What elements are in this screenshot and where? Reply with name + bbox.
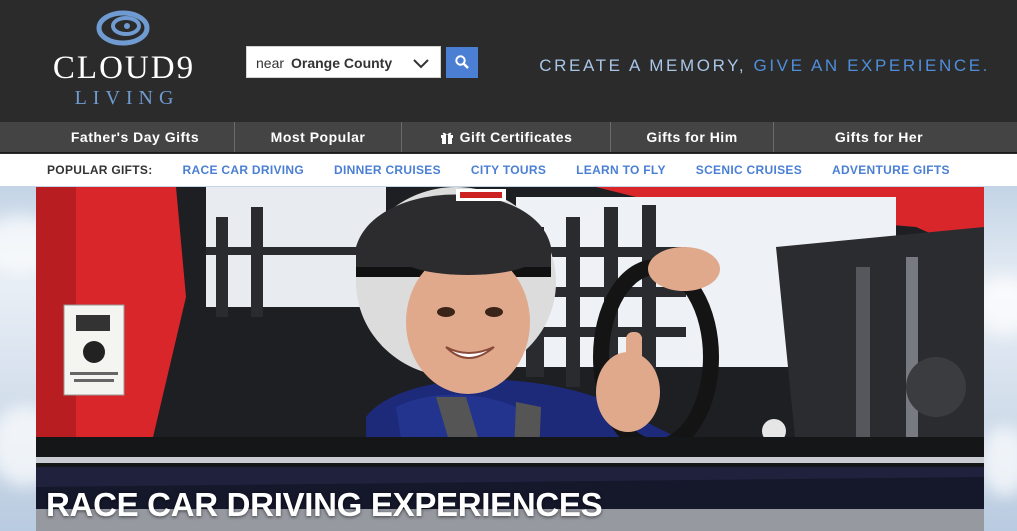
popular-gifts-bar: POPULAR GIFTS: RACE CAR DRIVING DINNER C…	[0, 154, 1017, 186]
hero-photo	[36, 187, 984, 531]
cloud-swirl-icon	[96, 10, 150, 46]
main-nav: Father's Day Gifts Most Popular Gift Cer…	[0, 122, 1017, 153]
nav-label: Gifts for Her	[834, 129, 924, 145]
nav-most-popular[interactable]: Most Popular	[235, 122, 402, 152]
cloud9-logo[interactable]: CLOUD9 LIVING	[44, 8, 204, 108]
popular-link-race-car-driving[interactable]: RACE CAR DRIVING	[183, 163, 304, 177]
tagline-part1: CREATE A MEMORY,	[539, 56, 754, 75]
hero-title: RACE CAR DRIVING EXPERIENCES	[46, 486, 603, 523]
nav-gifts-for-her[interactable]: Gifts for Her	[774, 122, 984, 152]
search-icon	[455, 55, 469, 69]
nav-label: Father's Day Gifts	[70, 129, 200, 145]
popular-link-dinner-cruises[interactable]: DINNER CRUISES	[334, 163, 441, 177]
popular-link-scenic-cruises[interactable]: SCENIC CRUISES	[696, 163, 802, 177]
nav-label: Gifts for Him	[646, 129, 738, 145]
logo-subtext: LIVING	[74, 87, 180, 109]
location-select[interactable]: near Orange County	[246, 46, 441, 78]
popular-link-learn-to-fly[interactable]: LEARN TO FLY	[576, 163, 666, 177]
near-label: near	[256, 55, 285, 71]
site-header: CLOUD9 LIVING near Orange County CREATE …	[0, 0, 1017, 122]
nav-label: Gift Certificates	[459, 129, 573, 145]
search-button[interactable]	[446, 47, 478, 78]
gift-icon	[440, 132, 453, 144]
hero-banner[interactable]: RACE CAR DRIVING EXPERIENCES	[36, 187, 984, 531]
popular-gifts-label: POPULAR GIFTS:	[47, 163, 153, 177]
tagline-part2: GIVE AN EXPERIENCE.	[753, 56, 990, 75]
nav-fathers-day-gifts[interactable]: Father's Day Gifts	[36, 122, 235, 152]
nav-label: Most Popular	[270, 129, 366, 145]
nav-gift-certificates[interactable]: Gift Certificates	[402, 122, 611, 152]
chevron-down-icon	[413, 59, 429, 69]
location-value: Orange County	[291, 55, 393, 71]
logo-wordmark: CLOUD9	[52, 50, 196, 86]
popular-link-city-tours[interactable]: CITY TOURS	[471, 163, 546, 177]
nav-gifts-for-him[interactable]: Gifts for Him	[611, 122, 774, 152]
popular-link-adventure-gifts[interactable]: ADVENTURE GIFTS	[832, 163, 950, 177]
tagline: CREATE A MEMORY, GIVE AN EXPERIENCE.	[539, 56, 990, 76]
